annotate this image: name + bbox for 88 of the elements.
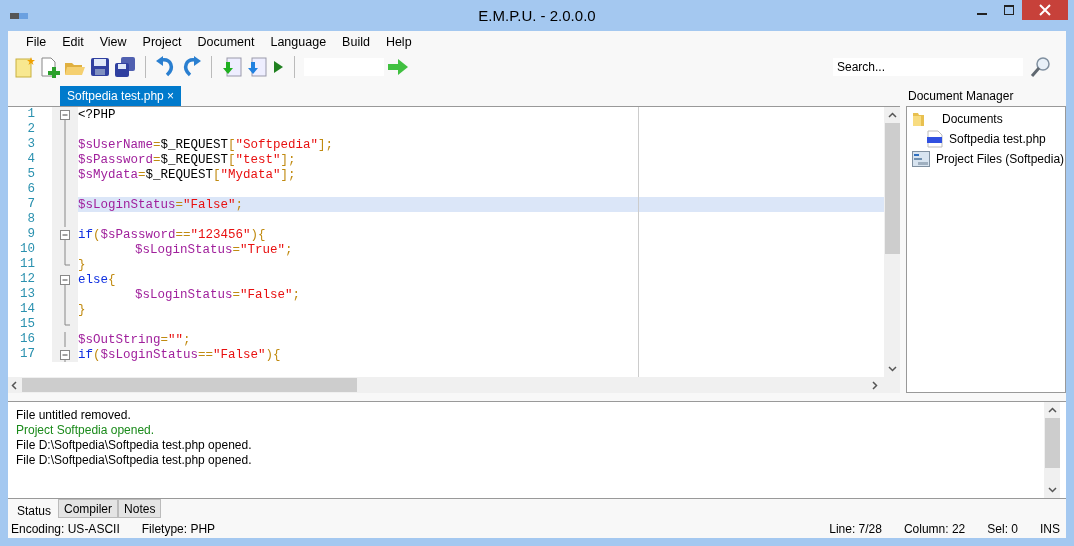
- vertical-scrollbar[interactable]: [1044, 402, 1060, 498]
- log-line: File D:\Softpedia\Softpedia test.php opened.: [16, 453, 253, 468]
- collapse-icon[interactable]: [59, 107, 71, 122]
- maximize-icon: [1003, 5, 1014, 15]
- line-number: 11: [19, 257, 36, 272]
- code-editor[interactable]: [8, 106, 900, 393]
- menu-item[interactable]: Document: [189, 35, 263, 49]
- menu-item[interactable]: Project: [134, 35, 190, 49]
- menu-item[interactable]: Edit: [54, 35, 92, 49]
- line-number: 1: [26, 107, 36, 122]
- line-number: 12: [19, 272, 36, 287]
- import-icon[interactable]: [221, 56, 243, 78]
- line-number: 13: [19, 287, 36, 302]
- code-line: }: [78, 257, 86, 272]
- code-line: $sPassword=$_REQUEST["test"];: [78, 152, 296, 167]
- line-number: 15: [19, 317, 36, 332]
- code-line: <?PHP: [78, 107, 116, 122]
- insert-mode-status: INS: [1040, 522, 1060, 536]
- menu-item[interactable]: View: [91, 35, 135, 49]
- filetype-status: Filetype: PHP: [141, 522, 216, 536]
- tree-item[interactable]: Softpedia test.php: [949, 132, 1046, 146]
- panel-tab[interactable]: Notes: [118, 499, 162, 518]
- menu-item[interactable]: File: [18, 35, 55, 49]
- scroll-up-icon[interactable]: [887, 112, 897, 118]
- scroll-right-icon[interactable]: [872, 380, 878, 390]
- panel-tab[interactable]: Compiler: [58, 499, 119, 518]
- code-line: if($sLoginStatus=="False"){: [78, 347, 281, 362]
- file-tab[interactable]: Softpedia test.php ×: [60, 86, 182, 106]
- code-line: if($sPassword=="123456"){: [78, 227, 266, 242]
- line-number: 17: [19, 347, 36, 362]
- log-line: File D:\Softpedia\Softpedia test.php opened.: [16, 438, 253, 453]
- collapse-icon[interactable]: [59, 272, 71, 287]
- line-number: 16: [19, 332, 36, 347]
- menu-item[interactable]: Build: [334, 35, 378, 49]
- close-icon: [1039, 4, 1051, 16]
- scroll-down-icon[interactable]: [1047, 487, 1057, 493]
- line-status: Line: 7/28: [829, 522, 882, 536]
- add-file-icon[interactable]: [39, 56, 61, 78]
- code-line: $sMydata=$_REQUEST["Mydata"];: [78, 167, 296, 182]
- scroll-down-icon[interactable]: [887, 366, 897, 372]
- code-line: else{: [78, 272, 116, 287]
- code-line: $sLoginStatus="False";: [134, 287, 301, 302]
- tree-item[interactable]: Project Files (Softpedia): [936, 152, 1065, 166]
- horizontal-scrollbar[interactable]: [8, 377, 900, 393]
- fold-guide-line: [64, 332, 66, 347]
- line-number: 8: [26, 212, 36, 227]
- vertical-scrollbar[interactable]: [884, 107, 900, 377]
- panel-title: Document Manager: [907, 88, 1015, 105]
- fold-guide-line: [64, 242, 66, 257]
- menu-item[interactable]: Language: [262, 35, 335, 49]
- document-tree[interactable]: Documents Softpedia test.php Project Files (Softpedia): [906, 106, 1066, 393]
- log-line: File untitled removed.: [16, 408, 132, 423]
- export-icon[interactable]: [246, 56, 268, 78]
- scroll-left-icon[interactable]: [11, 380, 17, 390]
- close-button[interactable]: [1022, 0, 1068, 20]
- log-line: Project Softpedia opened.: [16, 423, 156, 438]
- app-icon: [10, 12, 28, 19]
- collapse-icon[interactable]: [59, 227, 71, 242]
- search-field[interactable]: Search...: [833, 58, 1023, 76]
- selection-status: Sel: 0: [987, 522, 1018, 536]
- minimize-icon: [976, 13, 987, 15]
- line-number: 9: [26, 227, 36, 242]
- tree-item[interactable]: Documents: [942, 112, 1003, 126]
- code-line: $sLoginStatus="True";: [134, 242, 293, 257]
- project-icon: [912, 151, 930, 167]
- window-title: E.M.P.U. - 2.0.0.0: [477, 7, 597, 24]
- line-number: 10: [19, 242, 36, 257]
- line-number: 14: [19, 302, 36, 317]
- go-arrow-icon[interactable]: [387, 58, 409, 76]
- php-file-icon: [927, 130, 943, 148]
- scroll-up-icon[interactable]: [1047, 407, 1057, 413]
- code-line: $sOutString="";: [78, 332, 191, 347]
- new-file-icon[interactable]: [14, 56, 36, 78]
- line-number: 6: [26, 182, 36, 197]
- line-number: 5: [26, 167, 36, 182]
- save-all-icon[interactable]: [114, 56, 136, 78]
- collapse-icon[interactable]: [59, 347, 71, 362]
- code-line: }: [78, 302, 86, 317]
- save-icon[interactable]: [89, 56, 111, 78]
- encoding-status: Encoding: US-ASCII: [11, 522, 120, 536]
- column-status: Column: 22: [903, 522, 966, 536]
- code-line: $sLoginStatus="False";: [78, 197, 244, 212]
- line-number: 4: [26, 152, 36, 167]
- search-icon[interactable]: [1030, 56, 1052, 78]
- line-number: 3: [26, 137, 36, 152]
- menu-item[interactable]: Help: [377, 35, 420, 49]
- code-line: $sUserName=$_REQUEST["Softpedia"];: [78, 137, 334, 152]
- line-number: 2: [26, 122, 36, 137]
